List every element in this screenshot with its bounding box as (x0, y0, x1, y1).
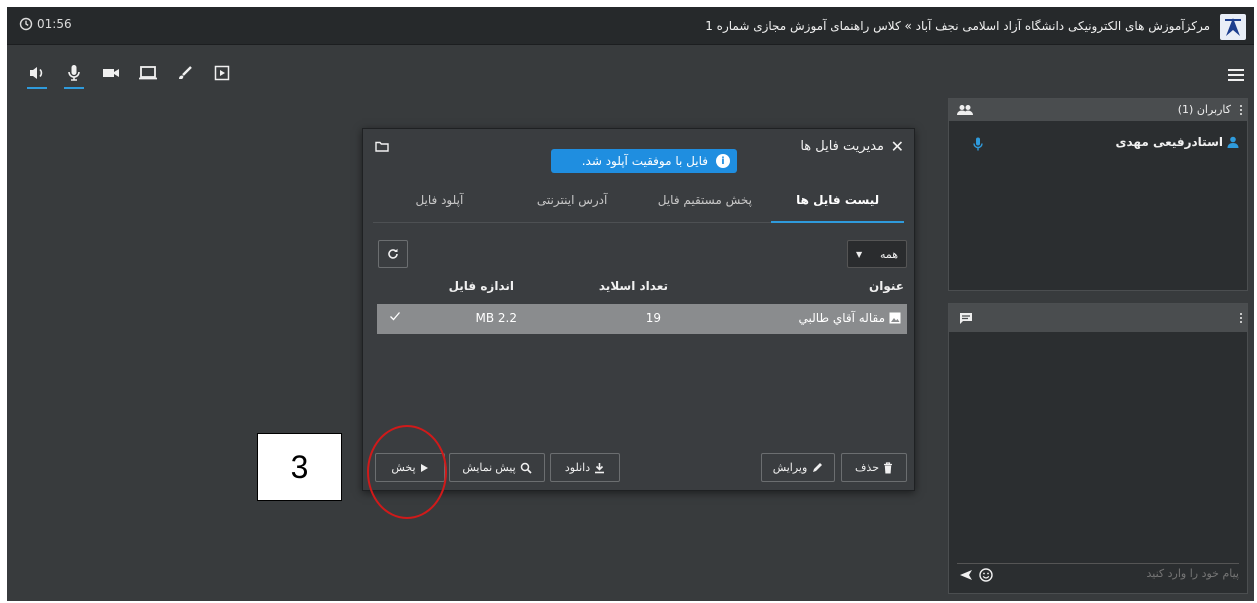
info-icon: i (716, 154, 730, 168)
user-list-item[interactable]: استادرفیعی مهدی (1115, 135, 1239, 149)
users-panel-header: کاربران (1) (949, 99, 1247, 121)
users-panel: کاربران (1) استادرفیعی مهدی (948, 98, 1248, 291)
session-timer: 01:56 (19, 17, 72, 31)
filter-value: همه (879, 247, 898, 261)
emoji-icon[interactable] (979, 568, 993, 582)
folder-icon[interactable] (375, 141, 389, 152)
table-header: عنوان تعداد اسلاید اندازه فایل (373, 279, 904, 299)
upload-success-toast: i فایل با موفقیت آپلود شد. (551, 149, 737, 173)
file-manager-dialog: ✕ مدیریت فایل ها i فایل با موفقیت آپلود … (362, 128, 915, 491)
image-file-icon (889, 312, 901, 324)
tab-file-list[interactable]: لیست فایل ها (771, 179, 904, 223)
clock-icon (19, 17, 33, 31)
file-name: مقاله آقاي طالبي (798, 311, 885, 325)
step-number-callout: 3 (257, 433, 342, 501)
chat-icon (960, 313, 972, 324)
delete-label: حذف (855, 462, 879, 474)
column-slides: تعداد اسلاید (598, 279, 668, 293)
media-toolbar (7, 55, 1254, 95)
edit-label: ویرایش (772, 462, 808, 474)
caret-down-icon: ▼ (856, 249, 863, 259)
chat-menu-icon[interactable] (1240, 313, 1242, 323)
send-icon[interactable] (959, 569, 973, 581)
toast-message: فایل با موفقیت آپلود شد. (581, 154, 708, 168)
download-icon (595, 462, 605, 473)
user-mic-icon (973, 137, 983, 151)
column-size: اندازه فایل (448, 279, 514, 293)
check-icon (390, 312, 400, 321)
users-panel-title: کاربران (1) (1177, 103, 1231, 116)
user-icon (1227, 136, 1239, 148)
edit-button[interactable]: ویرایش (761, 453, 835, 482)
whiteboard-pen-icon[interactable] (173, 61, 197, 85)
refresh-icon (388, 248, 398, 259)
preview-button[interactable]: پیش نمایش (449, 453, 545, 482)
chat-input-bar (957, 563, 1239, 587)
screen-share-icon[interactable] (136, 61, 160, 85)
file-size: 2.2 MB (475, 311, 517, 325)
download-label: دانلود (564, 462, 591, 474)
tab-upload-file[interactable]: آپلود فایل (373, 179, 506, 222)
camera-icon[interactable] (99, 61, 123, 85)
chat-input[interactable] (999, 567, 1239, 580)
download-button[interactable]: دانلود (550, 453, 620, 482)
refresh-button[interactable] (378, 240, 408, 268)
table-row[interactable]: مقاله آقاي طالبي 19 2.2 MB (377, 304, 907, 334)
user-name: استادرفیعی مهدی (1115, 135, 1223, 149)
page-title: مرکزآموزش های الکترونیکی دانشگاه آزاد اس… (705, 19, 1210, 33)
app-window: 01:56 مرکزآموزش های الکترونیکی دانشگاه آ… (7, 7, 1254, 601)
pencil-icon (813, 462, 823, 472)
file-name-cell: مقاله آقاي طالبي (799, 311, 901, 325)
trash-icon (884, 461, 892, 473)
slide-count: 19 (645, 311, 661, 325)
preview-label: پیش نمایش (462, 462, 516, 474)
menu-icon[interactable] (1228, 69, 1244, 81)
filter-select[interactable]: همه ▼ (847, 240, 907, 268)
tab-internet-address[interactable]: آدرس اینترنتی (506, 179, 639, 222)
magnifier-icon (520, 462, 532, 474)
dialog-title: مدیریت فایل ها (800, 139, 884, 154)
users-group-icon (957, 105, 973, 115)
presentation-icon[interactable] (210, 61, 234, 85)
chat-panel-header (949, 304, 1247, 332)
highlight-circle (367, 425, 447, 519)
timer-value: 01:56 (37, 17, 72, 31)
university-logo (1220, 14, 1246, 40)
column-title: عنوان (869, 279, 904, 293)
dialog-tabs: لیست فایل ها پخش مستقیم فایل آدرس اینترن… (373, 179, 904, 223)
chat-panel (948, 303, 1248, 594)
microphone-icon[interactable] (62, 61, 86, 89)
tab-live-play[interactable]: پخش مستقیم فایل (639, 179, 772, 222)
close-icon[interactable]: ✕ (891, 137, 904, 156)
users-menu-icon[interactable] (1240, 105, 1242, 115)
title-bar: 01:56 مرکزآموزش های الکترونیکی دانشگاه آ… (7, 7, 1254, 45)
speaker-icon[interactable] (25, 61, 49, 89)
delete-button[interactable]: حذف (841, 453, 907, 482)
